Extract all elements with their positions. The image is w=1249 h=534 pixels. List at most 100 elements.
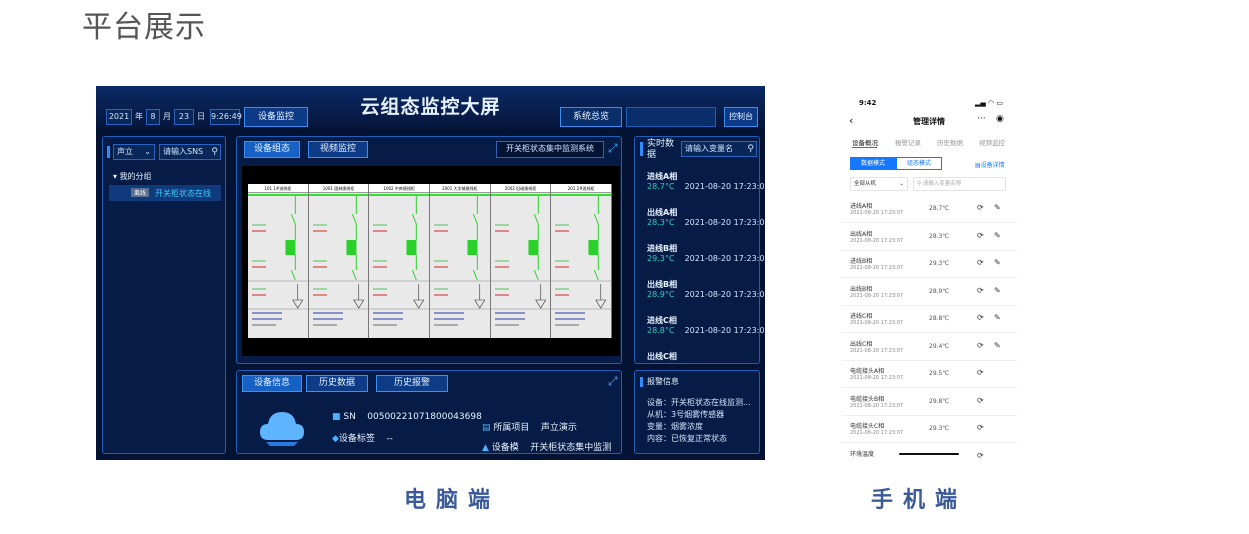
tree-device-item[interactable]: 离线 开关柜状态在线 [109, 185, 221, 201]
diagram-sheet: 101 1#进线柜 1001 固林馈线柜 1002 中库馈线柜 2001 大学城馈线柜… [248, 184, 612, 338]
control-console-nav[interactable]: 控制台 [724, 107, 758, 127]
search-icon[interactable]: ⚲ [211, 145, 218, 159]
tab-alarm-records[interactable]: 报警记录 [895, 137, 921, 147]
variable-name: 出线C相 [850, 340, 873, 348]
variable-time: 2021-08-20 17:23:07 [850, 237, 904, 244]
tab-device-info[interactable]: 设备信息 [242, 375, 302, 392]
more-icon[interactable]: ··· [977, 114, 986, 124]
cabinet-column: 201 2#进线柜 [551, 184, 612, 338]
realtime-item-time: 2021-08-20 17:23:07 [684, 326, 765, 335]
fullscreen-icon[interactable]: ⤢ [608, 141, 618, 156]
realtime-item-name: 出线A相 [647, 208, 678, 217]
realtime-item[interactable]: 出线A相 28.3°C 2021-08-20 17:23:07 [647, 207, 765, 227]
refresh-icon[interactable]: ⟳ [977, 368, 984, 377]
realtime-item-name: 进线C相 [647, 316, 677, 325]
month-field[interactable]: 8 [146, 109, 160, 125]
variable-value: 28.7℃ [929, 205, 950, 212]
refresh-icon[interactable]: ⟳ [977, 258, 984, 267]
tab-video[interactable]: 视频监控 [979, 137, 1005, 147]
variable-value: 28.3℃ [929, 232, 950, 240]
realtime-item[interactable]: 出线C相 [647, 351, 677, 371]
panel-marker [640, 377, 643, 387]
tab-device-overview[interactable]: 设备概况 [852, 137, 878, 147]
variable-value: 29.3℃ [929, 260, 950, 267]
edit-icon[interactable]: ✎ [994, 231, 1001, 240]
variable-row[interactable]: 进线C相 2021-08-20 17:23:07 28.8℃ ⟳ ✎ [841, 306, 1017, 333]
tag-icon: ◆ [332, 434, 339, 444]
time-field[interactable]: 9:26:49 [210, 109, 242, 125]
edit-icon[interactable]: ✎ [994, 203, 1001, 212]
device-monitor-nav[interactable]: 设备监控 [244, 107, 308, 127]
system-overview-nav[interactable]: 系统总览 [560, 107, 622, 127]
year-unit: 年 [135, 112, 143, 121]
edit-icon[interactable]: ✎ [994, 313, 1001, 322]
panel-marker [107, 146, 110, 158]
variable-time: 2021-08-20 17:23:07 [850, 210, 904, 216]
variable-row[interactable]: 出线A相 2021-08-20 17:23:07 28.3℃ ⟳ ✎ [841, 224, 1017, 251]
sn-search-input[interactable]: 请输入SNS ⚲ [159, 144, 221, 160]
realtime-item-value: 28.9°C [647, 290, 675, 299]
edit-icon[interactable]: ✎ [994, 341, 1001, 350]
refresh-icon[interactable]: ⟳ [977, 423, 984, 432]
search-icon[interactable]: ⚲ [747, 142, 754, 156]
tree-group[interactable]: ▾ 我的分组 [113, 171, 152, 182]
realtime-item[interactable]: 进线C相 28.8°C 2021-08-20 17:23:07 [647, 315, 765, 335]
day-field[interactable]: 23 [174, 109, 194, 125]
target-icon[interactable]: ◉ [996, 114, 1004, 124]
realtime-item-name: 进线A相 [647, 172, 678, 181]
realtime-item[interactable]: 出线B相 28.9°C 2021-08-20 17:23:07 [647, 279, 765, 299]
variable-search-input[interactable]: 请输入变量名 ⚲ [681, 141, 757, 157]
device-detail-link[interactable]: ▤设备详情 [975, 160, 1005, 169]
config-mode-button[interactable]: 组态模式 [896, 157, 942, 170]
variable-search-placeholder: 请输入变量名称 [922, 181, 962, 187]
region-select[interactable]: 声立 ⌄ [113, 144, 155, 160]
cabinet-column: 2001 大学城馈线柜 [430, 184, 491, 338]
cabinet-column: 101 1#进线柜 [248, 184, 309, 338]
refresh-icon[interactable]: ⟳ [977, 396, 984, 405]
chip-icon: ■ [332, 412, 344, 422]
refresh-icon[interactable]: ⟳ [977, 341, 984, 350]
sn-row: ■ SN 00500221071800043698 [332, 412, 482, 422]
nav-blank[interactable] [626, 107, 716, 127]
tab-history[interactable]: 历史数据 [937, 137, 963, 147]
variable-row[interactable]: 环境温度 ⟳ [841, 444, 1017, 461]
refresh-icon[interactable]: ⟳ [977, 231, 984, 240]
variable-time: 2021-08-20 17:23:07 [850, 265, 904, 271]
refresh-icon[interactable]: ⟳ [977, 451, 984, 460]
variable-row[interactable]: 电缆接头A相 2021-08-20 17:23:07 29.5℃ ⟳ [841, 361, 1017, 388]
realtime-item[interactable]: 进线A相 28.7°C 2021-08-20 17:23:07 [647, 171, 765, 191]
fullscreen-icon[interactable]: ⤢ [608, 374, 618, 389]
edit-icon[interactable]: ✎ [994, 258, 1001, 267]
realtime-item-time: 2021-08-20 17:23:07 [684, 182, 765, 191]
realtime-item[interactable]: 进线B相 29.3°C 2021-08-20 17:23:07 [647, 243, 765, 263]
realtime-panel: 实时数据 请输入变量名 ⚲ 进线A相 28.7°C 2021-08-20 17:23… [634, 136, 765, 364]
variable-time: 2021-08-20 17:23:07 [850, 402, 904, 409]
tag-value: -- [386, 434, 393, 444]
refresh-icon[interactable]: ⟳ [977, 286, 984, 295]
year-field[interactable]: 2021 [106, 109, 132, 125]
data-mode-button[interactable]: 数据模式 [850, 157, 896, 170]
project-value: 声立演示 [540, 423, 577, 433]
tab-device-config[interactable]: 设备组态 [244, 141, 300, 158]
refresh-icon[interactable]: ⟳ [977, 203, 984, 212]
variable-row[interactable]: 出线C相 2021-08-20 17:23:07 29.4℃ ⟳ ✎ [841, 334, 1017, 361]
mobile-page-title: 管理详情 [913, 117, 945, 126]
variable-row[interactable]: 进线B相 2021-08-20 17:23:07 29.3℃ ⟳ ✎ [841, 251, 1017, 278]
variable-name: 进线B相 [850, 258, 873, 265]
tab-history-data[interactable]: 历史数据 [306, 375, 368, 392]
variable-search-input[interactable]: ⚲ 请输入变量名称 [913, 177, 1006, 191]
realtime-item-value: 28.8°C [647, 326, 675, 335]
chevron-down-icon: ⌄ [899, 181, 904, 187]
edit-icon[interactable]: ✎ [994, 286, 1001, 295]
variable-row[interactable]: 进线A相 2021-08-20 17:23:07 28.7℃ ⟳ ✎ [841, 196, 1017, 223]
variable-time: 2021-08-20 17:23:07 [850, 430, 904, 436]
variable-row[interactable]: 出线B相 2021-08-20 17:23:07 28.9℃ ⟳ ✎ [841, 279, 1017, 306]
tab-video-monitor[interactable]: 视频监控 [308, 141, 368, 158]
tab-history-alarm[interactable]: 历史报警 [376, 375, 448, 392]
variable-row[interactable]: 电缆接头B相 2021-08-20 17:23:07 29.8℃ ⟳ [841, 389, 1017, 416]
cabinet-schematic-icon [369, 196, 430, 326]
variable-row[interactable]: 电缆接头C相 2021-08-20 17:23:07 29.3℃ ⟳ [841, 416, 1017, 443]
slave-filter-select[interactable]: 全部从机 ⌄ [850, 177, 908, 191]
refresh-icon[interactable]: ⟳ [977, 313, 984, 322]
cabinet-column: 1001 固林馈线柜 [308, 184, 370, 338]
